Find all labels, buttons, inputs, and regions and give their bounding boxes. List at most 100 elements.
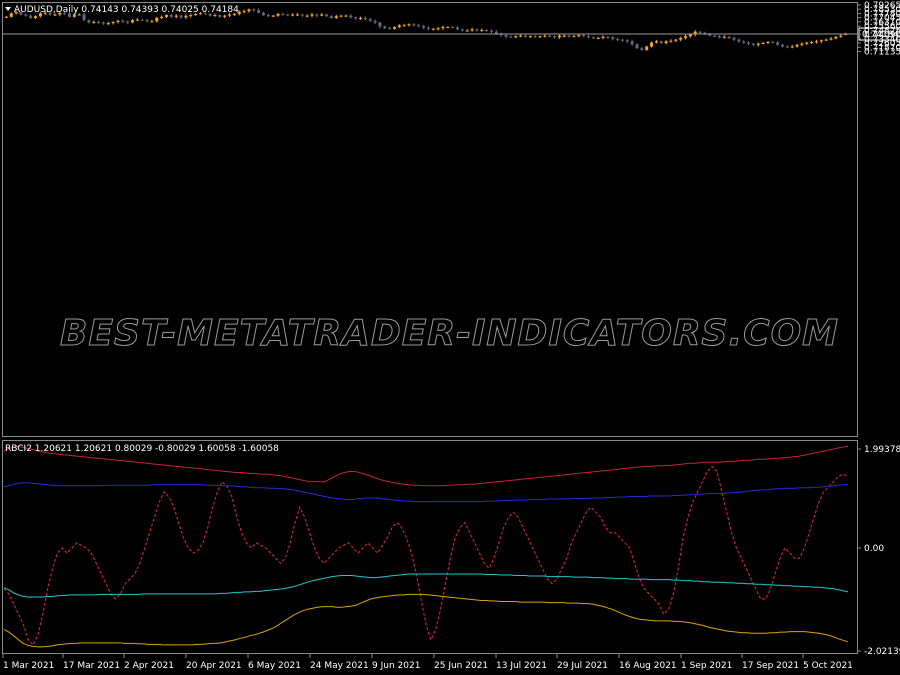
x-tick-label: 6 May 2021 (248, 661, 301, 671)
candle-body (252, 9, 256, 11)
candle-body (708, 34, 712, 36)
candle-body (383, 26, 387, 29)
candle-body (184, 15, 188, 18)
candle-body (97, 21, 101, 23)
candle-body (436, 28, 440, 30)
candle-body (751, 43, 755, 45)
candle-body (620, 39, 624, 41)
candle-body (320, 14, 324, 16)
candle-body (349, 15, 353, 18)
x-tick-label: 13 Jul 2021 (496, 661, 547, 671)
candle-body (325, 14, 329, 17)
candle-body (189, 15, 193, 17)
candle-body (504, 35, 508, 37)
indicator-header: RBCI2 1.20621 1.20621 0.80029 -0.80029 1… (5, 444, 279, 454)
candle-body (596, 37, 600, 39)
candle-body (553, 36, 557, 38)
candle-body (640, 48, 644, 50)
watermark-text: BEST-METATRADER-INDICATORS.COM (60, 313, 839, 354)
candle-body (781, 44, 785, 47)
candle-body (732, 37, 736, 40)
candle-body (402, 25, 406, 27)
y-tick-label: 0.71135 (864, 47, 900, 57)
candle-body (218, 15, 222, 17)
candle-body (548, 35, 552, 37)
candle-body (315, 14, 319, 16)
candle-body (82, 14, 86, 21)
main-chart-header: AUDUSD,Daily 0.74143 0.74393 0.74025 0.7… (14, 5, 239, 15)
candle-body (557, 35, 561, 38)
candle-body (514, 36, 518, 38)
candle-body (790, 46, 794, 48)
candle-body (688, 34, 692, 37)
candle-body (242, 11, 246, 13)
candle-body (451, 27, 455, 29)
candle-body (684, 36, 688, 38)
candle-body (417, 25, 421, 27)
candle-body (179, 15, 183, 18)
candle-body (630, 41, 634, 45)
x-tick-label: 29 Jul 2021 (557, 661, 608, 671)
candle-body (271, 15, 275, 17)
candle-body (174, 15, 178, 17)
candle-body (392, 27, 396, 29)
candle-body (766, 41, 770, 44)
candle-body (339, 15, 343, 17)
candle-body (101, 22, 105, 24)
candle-body (645, 46, 649, 50)
candle-body (426, 27, 430, 29)
candle-body (795, 44, 799, 47)
candle-body (344, 15, 348, 17)
candle-body (805, 42, 809, 44)
candle-body (378, 22, 382, 27)
candle-body (106, 23, 110, 25)
candle-body (247, 9, 251, 12)
candle-body (810, 41, 814, 43)
candle-body (717, 36, 721, 38)
candle-body (523, 35, 527, 37)
candle-body (460, 29, 464, 31)
candle-body (722, 36, 726, 38)
candle-body (489, 30, 493, 32)
candle-body (164, 15, 168, 17)
candle-body (223, 15, 227, 17)
x-tick-label: 20 Apr 2021 (186, 661, 242, 671)
main-y-axis: 0.792650.785300.777800.770450.763100.755… (857, 1, 900, 57)
candle-body (334, 16, 338, 18)
candle-body (465, 30, 469, 32)
indicator-series-line (3, 573, 849, 598)
candle-body (785, 46, 789, 48)
candle-body (771, 41, 775, 43)
candle-body (111, 21, 115, 24)
candle-body (135, 19, 139, 21)
candle-body (262, 12, 266, 16)
candle-body (29, 15, 33, 18)
candle-body (431, 28, 435, 30)
candle-body (145, 20, 149, 22)
candle-body (373, 20, 377, 23)
x-tick-label: 16 Aug 2021 (619, 661, 677, 671)
candle-body (664, 41, 668, 44)
candle-body (441, 27, 445, 29)
candle-body (572, 36, 576, 38)
candle-body (291, 14, 295, 16)
x-tick-label: 1 Mar 2021 (3, 661, 54, 671)
candle-body (116, 20, 120, 22)
x-tick-label: 1 Sep 2021 (681, 661, 732, 671)
candle-body (34, 16, 38, 18)
x-axis: 1 Mar 2021 17 Mar 2021 2 Apr 2021 20 Apr 20… (2, 654, 853, 671)
candle-body (126, 21, 130, 23)
candle-body (92, 21, 96, 23)
candle-body (295, 14, 299, 16)
candle-body (4, 16, 8, 18)
candle-body (650, 42, 654, 47)
x-tick-label: 25 Jun 2021 (434, 661, 488, 671)
candle-body (305, 15, 309, 17)
candle-body (480, 29, 484, 31)
candle-body (776, 42, 780, 45)
candle-body (606, 36, 610, 38)
candle-body (257, 9, 261, 13)
candle-body (586, 36, 590, 38)
dropdown-triangle-icon[interactable] (5, 7, 11, 11)
y-tick-label: 0.00 (864, 544, 884, 554)
